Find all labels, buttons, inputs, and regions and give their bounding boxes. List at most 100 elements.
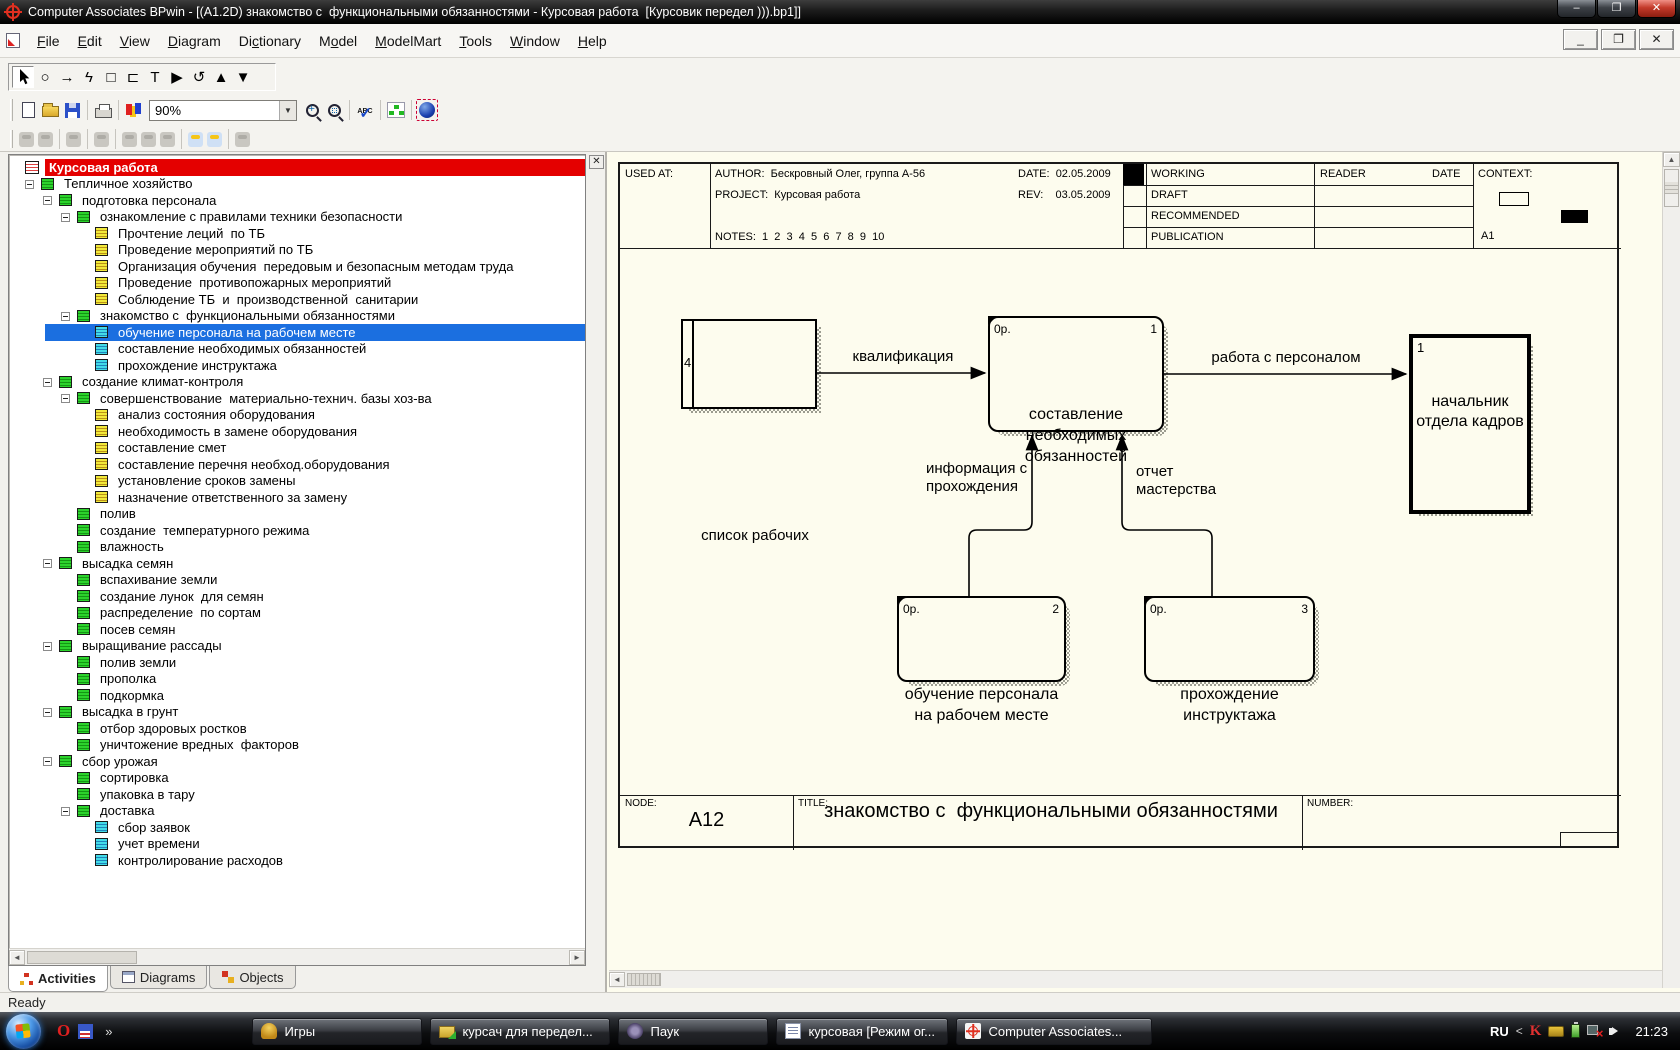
tree-item[interactable]: Тепличное хозяйство [9,176,585,193]
opera-icon[interactable]: O [57,1021,70,1041]
model-explorer-button[interactable] [385,99,407,121]
tree-item[interactable]: сбор урожая [9,753,585,770]
taskbar-button-4[interactable]: курсовая [Режим ог... [776,1018,948,1045]
tree-item[interactable]: выращивание рассады [9,638,585,655]
tree-item[interactable]: составление перечня необход.оборудования [9,456,585,473]
print-button[interactable] [92,99,114,121]
zoom-combobox[interactable]: 90% ▼ [149,100,297,121]
off-page-reference-tool[interactable]: ⊏ [122,66,144,88]
tree-item[interactable]: подготовка персонала [9,192,585,209]
chevron-down-icon[interactable]: ▼ [279,101,296,120]
menu-item-view[interactable]: View [111,29,159,53]
tree-root-item[interactable]: Курсовая работа [9,159,585,176]
minimize-button[interactable]: – [1557,0,1596,18]
tree-item[interactable]: прополка [9,671,585,688]
tree-item[interactable]: назначение ответственного за замену [9,489,585,506]
drill-down-tool[interactable]: ▶ [166,66,188,88]
text-tool[interactable]: T [144,66,166,88]
tab-diagrams[interactable]: Diagrams [110,966,208,989]
collapse-icon[interactable] [43,378,52,387]
scroll-up-icon[interactable]: ▲ [1663,152,1680,167]
tree-item[interactable]: сортировка [9,770,585,787]
tree-item[interactable]: создание лунок для семян [9,588,585,605]
tree-item[interactable]: составление смет [9,440,585,457]
tree-horizontal-scrollbar[interactable]: ◄ ► [9,948,585,965]
menu-item-file[interactable]: File [28,29,69,53]
language-indicator[interactable]: RU [1490,1024,1509,1039]
tree-item[interactable]: совершенствование материально-технич. ба… [9,390,585,407]
tree-item[interactable]: необходимость в замене оборудования [9,423,585,440]
menu-item-help[interactable]: Help [569,29,616,53]
redo-tool[interactable]: ↺ [188,66,210,88]
tree-item[interactable]: составление необходимых обязанностей [9,341,585,358]
tree-item[interactable]: Прочтение леций по ТБ [9,225,585,242]
collapse-icon[interactable] [43,708,52,717]
scrollbar-thumb[interactable] [627,973,661,986]
taskbar-button-3[interactable]: Паук [618,1018,768,1045]
tray-chevron-icon[interactable]: < [1516,1024,1523,1038]
open-file-button[interactable] [39,99,61,121]
tree-item[interactable]: Проведение противопожарных мероприятий [9,275,585,292]
network-disconnected-icon[interactable] [1587,1025,1602,1037]
diagram-vertical-scrollbar[interactable]: ▲ [1662,152,1680,988]
zoom-in-button[interactable] [301,99,323,121]
child-restore-button[interactable]: ❐ [1601,29,1636,50]
menu-item-modelmart[interactable]: ModelMart [366,29,450,53]
tree-item[interactable]: полив [9,506,585,523]
tree-item[interactable]: знакомство с функциональными обязанностя… [9,308,585,325]
activity-box-main[interactable]: 0р. 1 составление необходимых обязанност… [988,316,1164,432]
restore-button[interactable]: ❐ [1597,0,1636,18]
tree-item[interactable]: контролирование расходов [9,852,585,869]
idef0-sheet[interactable]: USED AT: AUTHOR: Бескровный Олег, группа… [618,162,1619,848]
toolbar-gripper[interactable] [10,99,13,121]
scrollbar-thumb[interactable] [1664,169,1679,207]
floppy-icon[interactable] [78,1024,93,1039]
collapse-icon[interactable] [61,312,70,321]
tree-item[interactable]: учет времени [9,836,585,853]
tree-item[interactable]: создание температурного режима [9,522,585,539]
battery-icon[interactable] [1571,1024,1580,1038]
collapse-icon[interactable] [43,196,52,205]
close-panel-button[interactable]: ✕ [589,155,604,169]
clock[interactable]: 21:23 [1635,1024,1668,1039]
tree-item[interactable]: Проведение мероприятий по ТБ [9,242,585,259]
tree-item[interactable]: подкормка [9,687,585,704]
scroll-left-icon[interactable]: ◄ [9,950,25,965]
down-level-tool[interactable]: ▼ [232,66,254,88]
up-level-tool[interactable]: ▲ [210,66,232,88]
tree-item[interactable]: сбор заявок [9,819,585,836]
scrollbar-thumb[interactable] [27,951,137,964]
tree-item[interactable]: Соблюдение ТБ и производственной санитар… [9,291,585,308]
tree-item[interactable]: влажность [9,539,585,556]
menu-item-edit[interactable]: Edit [69,29,111,53]
spell-check-button[interactable]: ABC [354,99,376,121]
activity-box-briefing[interactable]: 0р. 3 прохождение инструктажа [1144,596,1315,682]
save-button[interactable] [61,99,83,121]
tree-item[interactable]: анализ состояния оборудования [9,407,585,424]
tree-item[interactable]: Организация обучения передовым и безопас… [9,258,585,275]
taskbar-button-5[interactable]: Computer Associates... [956,1018,1152,1045]
keyboard-icon[interactable] [1548,1026,1564,1037]
tab-activities[interactable]: Activities [8,966,108,992]
child-minimize-button[interactable]: _ [1563,29,1598,50]
tree-item[interactable]: распределение по сортам [9,605,585,622]
zoom-area-button[interactable] [323,99,345,121]
taskbar-button-2[interactable]: курсач для передел... [430,1018,610,1045]
tab-objects[interactable]: Objects [209,966,295,989]
collapse-icon[interactable] [61,394,70,403]
menu-item-tools[interactable]: Tools [450,29,501,53]
scroll-right-icon[interactable]: ► [569,950,585,965]
start-button[interactable] [6,1014,41,1049]
speaker-icon[interactable] [1609,1027,1622,1035]
tree-item[interactable]: доставка [9,803,585,820]
tree-item[interactable]: создание климат-контроля [9,374,585,391]
tree-item[interactable]: обучение персонала на рабочем месте [9,324,585,341]
squiggle-tool[interactable]: ϟ [78,66,100,88]
collapse-icon[interactable] [43,642,52,651]
menu-item-window[interactable]: Window [501,29,569,53]
tree-item[interactable]: упаковка в тару [9,786,585,803]
quick-launch-chevron[interactable]: » [105,1024,112,1039]
tree-item[interactable]: вспахивание земли [9,572,585,589]
tree-item[interactable]: прохождение инструктажа [9,357,585,374]
activity-box-tool[interactable]: □ [100,66,122,88]
